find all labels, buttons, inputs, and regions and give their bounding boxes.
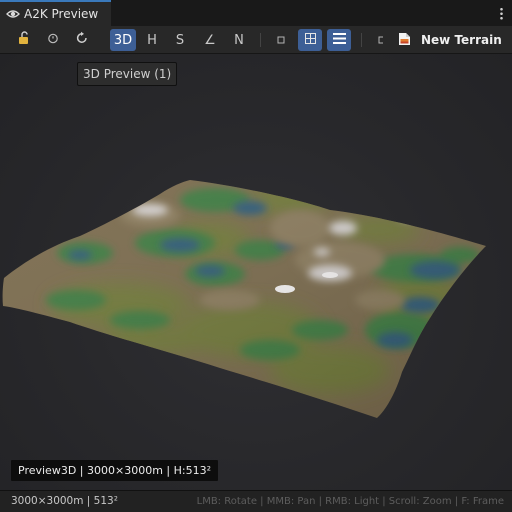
terrain-size-status: 3000×3000m | 513² <box>11 495 118 507</box>
grid-button[interactable] <box>298 29 322 51</box>
eye-icon <box>6 7 20 21</box>
toolbar-separator <box>260 33 261 47</box>
toolbar: 3D H S ∠ N New Terrain <box>0 26 512 54</box>
mode-n-button[interactable]: N <box>228 29 250 51</box>
tab-title: A2K Preview <box>24 7 99 21</box>
tooltip-text: 3D Preview (1) <box>83 67 172 81</box>
viewport-info-text: Preview3D | 3000×3000m | H:513² <box>18 464 211 477</box>
square-small-icon <box>277 33 285 48</box>
timer-icon <box>47 32 59 48</box>
list-icon <box>332 32 346 48</box>
timer-button[interactable] <box>42 29 64 51</box>
controls-hint: LMB: Rotate | MMB: Pan | RMB: Light | Sc… <box>196 496 504 507</box>
new-terrain-button[interactable]: New Terrain <box>398 29 502 51</box>
mode-3d-button[interactable]: 3D <box>110 29 136 51</box>
mode-angle-label: ∠ <box>204 32 216 48</box>
lock-open-icon <box>17 31 31 49</box>
tab-strip: A2K Preview <box>0 0 512 26</box>
refresh-icon <box>75 31 89 49</box>
refresh-button[interactable] <box>71 29 93 51</box>
mode-s-label: S <box>175 32 185 48</box>
mode-n-label: N <box>234 32 244 48</box>
status-bar: 3000×3000m | 513² LMB: Rotate | MMB: Pan… <box>0 490 512 512</box>
more-options-icon[interactable] <box>494 4 508 22</box>
new-terrain-label: New Terrain <box>421 33 502 47</box>
preview-3d-viewport[interactable] <box>0 54 512 490</box>
mode-3d-label: 3D <box>113 32 133 48</box>
bracket-icon <box>378 33 384 48</box>
viewport-info-overlay: Preview3D | 3000×3000m | H:513² <box>11 460 218 481</box>
mode-angle-button[interactable]: ∠ <box>199 29 221 51</box>
bracket-button[interactable] <box>372 29 390 51</box>
lock-open-button[interactable] <box>13 29 35 51</box>
grid-icon <box>304 32 316 48</box>
terrain-asset-icon <box>398 32 411 49</box>
list-button[interactable] <box>327 29 351 51</box>
mode-s-button[interactable]: S <box>169 29 191 51</box>
mode-h-button[interactable]: H <box>141 29 163 51</box>
small-square-button[interactable] <box>270 29 292 51</box>
tab-a2k-preview[interactable]: A2K Preview <box>0 0 111 26</box>
preview-tooltip: 3D Preview (1) <box>77 62 178 86</box>
mode-h-label: H <box>147 32 157 48</box>
toolbar-separator <box>361 33 362 47</box>
